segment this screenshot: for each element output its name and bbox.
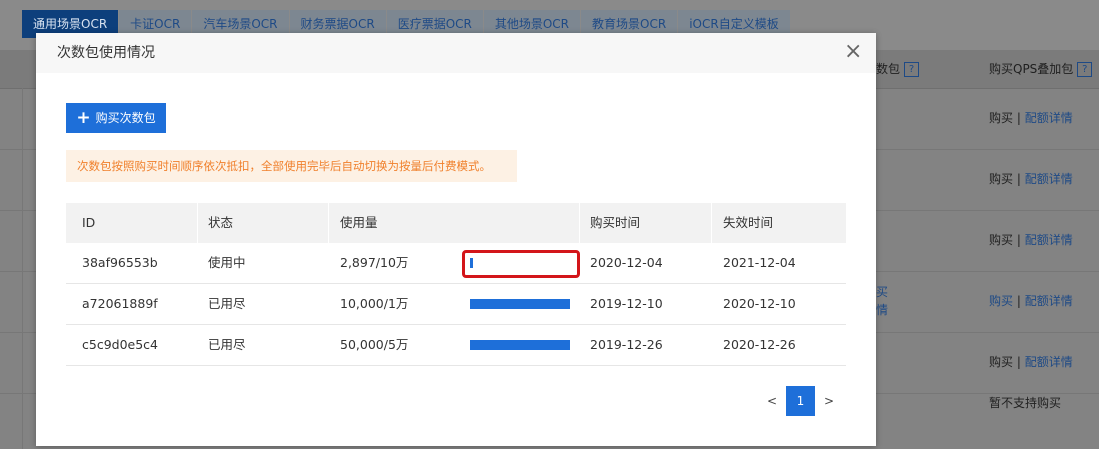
package-usage: 50,000/5万 — [340, 337, 409, 352]
side-detail-link[interactable]: 情 — [876, 301, 888, 319]
usage-modal: 次数包使用情况 × + 购买次数包 次数包按照购买时间顺序依次抵扣，全部使用完毕… — [36, 33, 876, 446]
header-qps-label: 购买QPS叠加包 — [989, 62, 1074, 76]
pagination: < 1 > — [758, 386, 843, 416]
header-package-partial: 数包? — [876, 50, 920, 88]
background-left-strip — [0, 88, 23, 449]
column-divider — [197, 203, 198, 243]
help-icon[interactable]: ? — [904, 62, 920, 77]
help-icon[interactable]: ? — [1077, 62, 1093, 77]
row-actions: 购买 | 配额详情 — [989, 271, 1073, 332]
table-header: ID 状态 使用量 购买时间 失效时间 — [66, 203, 846, 243]
package-status: 已用尽 — [208, 296, 246, 311]
table-row: c5c9d0e5c4 已用尽 50,000/5万 2019-12-26 2020… — [66, 325, 846, 366]
separator: | — [1016, 355, 1021, 369]
column-divider — [579, 203, 580, 243]
separator: | — [1016, 111, 1021, 125]
side-buy-link[interactable]: 买 — [876, 283, 888, 301]
buy-text: 购买 — [989, 233, 1014, 247]
package-status: 已用尽 — [208, 337, 246, 352]
purchase-date: 2019-12-10 — [590, 296, 663, 311]
purchase-date: 2019-12-26 — [590, 337, 663, 352]
quota-detail-link[interactable]: 配额详情 — [1025, 172, 1073, 186]
modal-title: 次数包使用情况 — [57, 45, 155, 61]
package-id: c5c9d0e5c4 — [82, 337, 159, 352]
quota-detail-link[interactable]: 配额详情 — [1025, 111, 1073, 125]
page-1-button[interactable]: 1 — [786, 386, 815, 416]
quota-detail-link[interactable]: 配额详情 — [1025, 233, 1073, 247]
not-supported-text: 暂不支持购买 — [989, 396, 1062, 410]
header-expire-time: 失效时间 — [723, 215, 774, 230]
expire-date: 2020-12-10 — [723, 296, 796, 311]
expire-date: 2021-12-04 — [723, 255, 796, 270]
row-actions: 购买 | 配额详情 — [989, 149, 1073, 210]
quota-detail-link[interactable]: 配额详情 — [1025, 294, 1073, 308]
buy-package-button[interactable]: + 购买次数包 — [66, 103, 166, 133]
separator: | — [1016, 233, 1021, 247]
next-page-button[interactable]: > — [815, 386, 843, 416]
package-usage: 2,897/10万 — [340, 255, 409, 270]
buy-package-label: 购买次数包 — [95, 111, 156, 125]
usage-progress-fill — [470, 340, 570, 350]
package-status: 使用中 — [208, 255, 246, 270]
plus-icon: + — [76, 108, 91, 128]
usage-progress-bar — [470, 299, 570, 309]
modal-header: 次数包使用情况 × — [36, 33, 876, 73]
close-icon[interactable]: × — [844, 41, 862, 63]
prev-page-button[interactable]: < — [758, 386, 786, 416]
table-row: 38af96553b 使用中 2,897/10万 2020-12-04 2021… — [66, 243, 846, 284]
buy-text: 购买 — [989, 111, 1014, 125]
highlight-box — [462, 250, 580, 278]
header-package-label: 数包 — [876, 62, 901, 76]
expire-date: 2020-12-26 — [723, 337, 796, 352]
table-row: a72061889f 已用尽 10,000/1万 2019-12-10 2020… — [66, 284, 846, 325]
header-qps-package: 购买QPS叠加包? — [989, 50, 1093, 88]
buy-link[interactable]: 购买 — [989, 294, 1013, 308]
deduction-notice: 次数包按照购买时间顺序依次抵扣，全部使用完毕后自动切换为按量后付费模式。 — [66, 150, 517, 182]
quota-detail-link[interactable]: 配额详情 — [1025, 355, 1073, 369]
header-usage: 使用量 — [340, 215, 378, 230]
column-divider — [711, 203, 712, 243]
header-purchase-time: 购买时间 — [590, 215, 641, 230]
header-id: ID — [82, 215, 96, 230]
package-usage: 10,000/1万 — [340, 296, 409, 311]
package-id: a72061889f — [82, 296, 158, 311]
usage-progress-fill — [470, 299, 570, 309]
row-actions: 购买 | 配额详情 — [989, 88, 1073, 149]
separator: | — [1016, 294, 1021, 308]
separator: | — [1016, 172, 1021, 186]
row-actions: 购买 | 配额详情 — [989, 210, 1073, 271]
column-divider — [328, 203, 329, 243]
usage-progress-bar — [470, 340, 570, 350]
buy-text: 购买 — [989, 355, 1014, 369]
buy-text: 购买 — [989, 172, 1014, 186]
package-id: 38af96553b — [82, 255, 158, 270]
purchase-date: 2020-12-04 — [590, 255, 663, 270]
header-status: 状态 — [208, 215, 234, 230]
